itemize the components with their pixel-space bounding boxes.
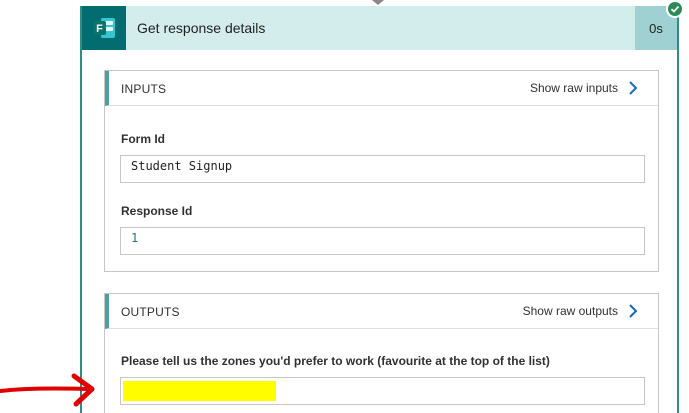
- outputs-section-header: OUTPUTS Show raw outputs: [105, 294, 658, 329]
- outputs-section-title: OUTPUTS: [121, 305, 180, 319]
- connector-arrow-icon: [372, 0, 384, 5]
- form-id-value: Student Signup: [120, 155, 645, 183]
- success-check-icon: [666, 0, 684, 18]
- action-card: F Get response details 0s INPUTS Show ra…: [80, 6, 679, 413]
- show-raw-inputs-link[interactable]: Show raw inputs: [530, 80, 640, 96]
- inputs-section: INPUTS Show raw inputs Form Id Student S…: [104, 70, 659, 272]
- response-id-label: Response Id: [121, 204, 193, 218]
- show-raw-outputs-label: Show raw outputs: [522, 304, 618, 318]
- highlight-marker: [123, 381, 276, 401]
- response-id-value: 1: [120, 227, 645, 255]
- inputs-section-title: INPUTS: [121, 82, 167, 96]
- outputs-section: OUTPUTS Show raw outputs Please tell us …: [104, 293, 659, 413]
- annotation-arrow-icon: [0, 373, 95, 407]
- forms-icon-letter: F: [96, 23, 103, 35]
- microsoft-forms-icon: F: [82, 6, 126, 50]
- zones-answer-value: [120, 377, 645, 405]
- chevron-right-icon: [629, 81, 638, 95]
- show-raw-outputs-link[interactable]: Show raw outputs: [523, 303, 640, 319]
- chevron-right-icon: [629, 304, 638, 318]
- form-id-label: Form Id: [121, 132, 165, 146]
- card-title: Get response details: [137, 20, 266, 36]
- inputs-section-header: INPUTS Show raw inputs: [105, 71, 658, 106]
- show-raw-inputs-label: Show raw inputs: [529, 81, 618, 95]
- card-header[interactable]: F Get response details 0s: [82, 6, 677, 50]
- zones-question-label: Please tell us the zones you'd prefer to…: [121, 354, 550, 368]
